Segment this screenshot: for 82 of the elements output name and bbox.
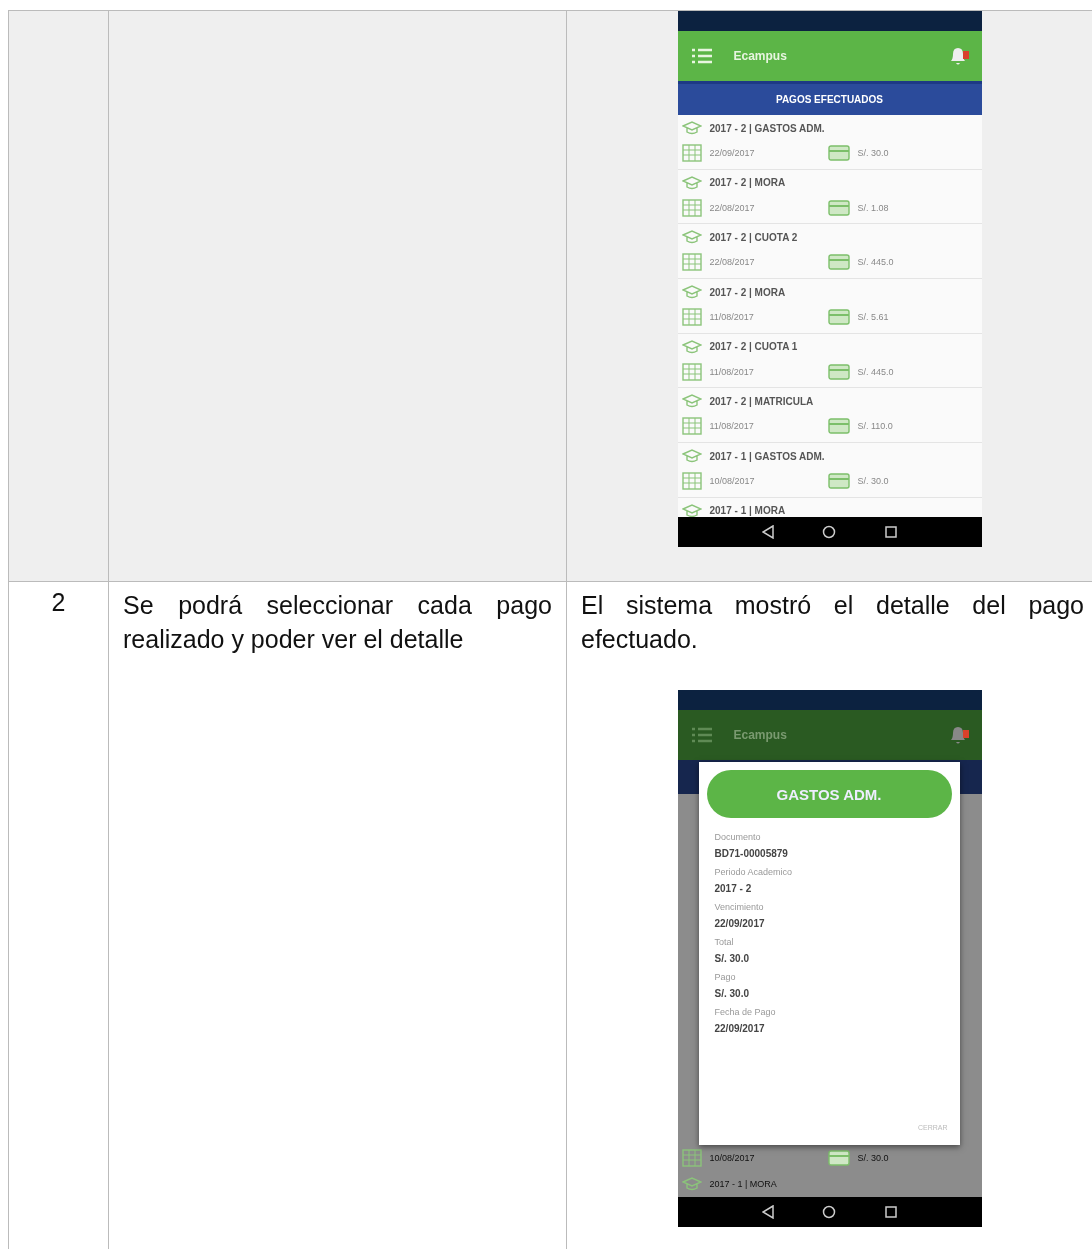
field-label: Fecha de Pago (714, 1007, 777, 1017)
section-header: PAGOS EFECTUADOS (677, 81, 982, 115)
calendar-icon (681, 472, 702, 491)
row-number: 2 (50, 588, 67, 617)
payment-title: 2017 - 1 | MORA (709, 505, 786, 517)
calendar-icon (681, 144, 702, 162)
payment-title: 2017 - 1 | MORA (709, 1179, 777, 1189)
field-value: BD71-00005879 (714, 848, 789, 859)
payment-row[interactable]: 2017 - 2 | CUOTA 1 11/08/2017 S/. 445.0 (677, 333, 982, 389)
payment-date: 22/09/2017 (709, 148, 756, 158)
calendar-icon (681, 308, 702, 327)
home-icon[interactable] (822, 1205, 837, 1219)
field-value: 22/09/2017 (714, 1023, 766, 1034)
payment-row[interactable]: 2017 - 1 | GASTOS ADM. 10/08/2017 S/. 30.0 (677, 443, 982, 498)
field-label: Vencimiento (714, 902, 765, 912)
payment-amount: S/. 5.61 (857, 312, 889, 323)
back-icon[interactable] (761, 1205, 774, 1219)
graduation-cap-icon (681, 1177, 702, 1191)
bill-icon (827, 1150, 850, 1166)
bill-icon (827, 309, 850, 326)
field-value: 22/09/2017 (714, 918, 766, 929)
payment-amount: S/. 30.0 (857, 476, 889, 487)
bill-icon (827, 363, 850, 380)
result-text: El sistema mostró el detalle del pago efectuado. (581, 590, 1084, 655)
payment-amount: S/. 445.0 (857, 366, 894, 377)
payment-title: 2017 - 2 | CUOTA 2 (709, 231, 798, 243)
payment-title: 2017 - 2 | GASTOS ADM. (709, 122, 825, 134)
calendar-icon (681, 417, 702, 436)
payment-amount: S/. 30.0 (857, 148, 889, 158)
bill-icon (827, 473, 850, 490)
requirement-text: Se podrá seleccionar cada pago realizado y poder ver el detalle (123, 590, 552, 655)
payment-amount: S/. 1.08 (857, 202, 889, 213)
graduation-cap-icon (681, 230, 702, 245)
graduation-cap-icon (681, 285, 702, 300)
payment-row[interactable]: 2017 - 2 | GASTOS ADM. 22/09/2017 S/. 30.0 (677, 115, 982, 170)
payment-row[interactable]: 2017 - 2 | MORA 22/08/2017 S/. 1.08 (677, 169, 982, 225)
bill-icon (827, 418, 850, 435)
dialog-title: GASTOS ADM. (706, 770, 952, 818)
payment-date: 10/08/2017 (709, 1153, 756, 1163)
graduation-cap-icon (681, 175, 702, 190)
app-title: Ecampus (733, 49, 788, 63)
calendar-icon (681, 253, 702, 272)
payment-amount: S/. 110.0 (857, 421, 893, 432)
field-value: 2017 - 2 (714, 883, 753, 894)
payment-amount: S/. 30.0 (857, 1153, 889, 1163)
back-icon[interactable] (761, 525, 774, 539)
field-label: Total (714, 937, 735, 947)
graduation-cap-icon (681, 121, 702, 135)
bill-icon (827, 145, 850, 161)
payment-date: 22/08/2017 (709, 202, 756, 213)
calendar-icon (681, 198, 702, 217)
graduation-cap-icon (681, 394, 702, 409)
field-label: Documento (714, 832, 762, 842)
home-icon[interactable] (822, 525, 837, 539)
field-value: S/. 30.0 (714, 988, 750, 999)
payment-date: 11/08/2017 (709, 312, 755, 323)
calendar-icon (681, 1149, 702, 1167)
field-value: S/. 30.0 (714, 953, 750, 964)
payment-title: 2017 - 2 | CUOTA 1 (709, 341, 798, 353)
graduation-cap-icon (681, 503, 702, 517)
payment-row[interactable]: 2017 - 2 | MATRICULA 11/08/2017 S/. 110.0 (677, 388, 982, 444)
payment-row[interactable]: 2017 - 2 | MORA 11/08/2017 S/. 5.61 (677, 279, 982, 334)
recents-icon[interactable] (885, 1206, 898, 1218)
graduation-cap-icon (681, 449, 702, 464)
payment-date: 11/08/2017 (709, 421, 755, 432)
payment-title: 2017 - 1 | GASTOS ADM. (709, 450, 825, 462)
payment-date: 10/08/2017 (709, 476, 756, 487)
payment-row[interactable]: 2017 - 2 | CUOTA 2 22/08/2017 S/. 445.0 (677, 224, 982, 280)
payment-date: 11/08/2017 (709, 366, 755, 377)
field-label: Pago (714, 972, 737, 982)
payment-date: 22/08/2017 (709, 257, 756, 268)
bill-icon (827, 199, 850, 216)
graduation-cap-icon (681, 339, 702, 354)
calendar-icon (681, 362, 702, 381)
recents-icon[interactable] (885, 526, 898, 538)
app-title: Ecampus (733, 728, 788, 742)
bill-icon (827, 254, 850, 271)
payment-title: 2017 - 2 | MORA (709, 177, 786, 189)
payment-title: 2017 - 2 | MATRICULA (709, 395, 814, 407)
field-label: Periodo Academico (714, 867, 794, 877)
payment-title: 2017 - 2 | MORA (709, 286, 786, 298)
payment-amount: S/. 445.0 (857, 257, 894, 268)
